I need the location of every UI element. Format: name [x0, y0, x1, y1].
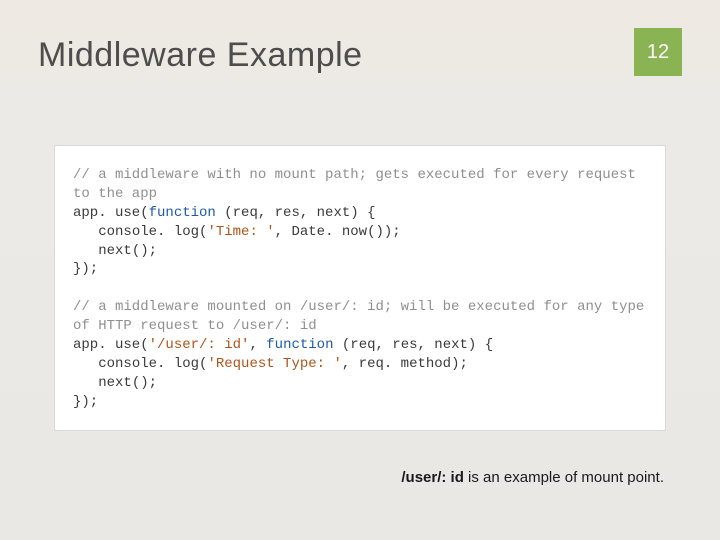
code-text: app. use(: [73, 337, 149, 353]
code-text: , Date. now());: [275, 224, 401, 240]
slide: Middleware Example 12 // a middleware wi…: [0, 0, 720, 540]
code-text: app. use(: [73, 205, 149, 221]
code-text: next();: [73, 375, 157, 391]
footnote-mount-point: /user/: id: [401, 469, 464, 486]
page-number-badge: 12: [634, 28, 682, 76]
code-text: console. log(: [73, 224, 207, 240]
code-string: 'Time: ': [207, 224, 274, 240]
code-text: });: [73, 261, 98, 277]
code-text: next();: [73, 243, 157, 259]
code-string: '/user/: id': [149, 337, 250, 353]
code-text: (req, res, next) {: [333, 337, 493, 353]
code-text: console. log(: [73, 356, 207, 372]
code-keyword: function: [149, 205, 216, 221]
code-text: (req, res, next) {: [216, 205, 376, 221]
footnote: /user/: id is an example of mount point.: [401, 469, 664, 486]
code-text: ,: [249, 337, 266, 353]
code-comment: // a middleware mounted on /user/: id; w…: [73, 299, 653, 334]
footnote-text: is an example of mount point.: [464, 469, 664, 486]
code-keyword: function: [266, 337, 333, 353]
code-text: , req. method);: [342, 356, 468, 372]
code-block: // a middleware with no mount path; gets…: [54, 145, 666, 431]
slide-title: Middleware Example: [38, 36, 363, 75]
code-string: 'Request Type: ': [207, 356, 341, 372]
code-comment: // a middleware with no mount path; gets…: [73, 167, 644, 202]
code-text: });: [73, 394, 98, 410]
